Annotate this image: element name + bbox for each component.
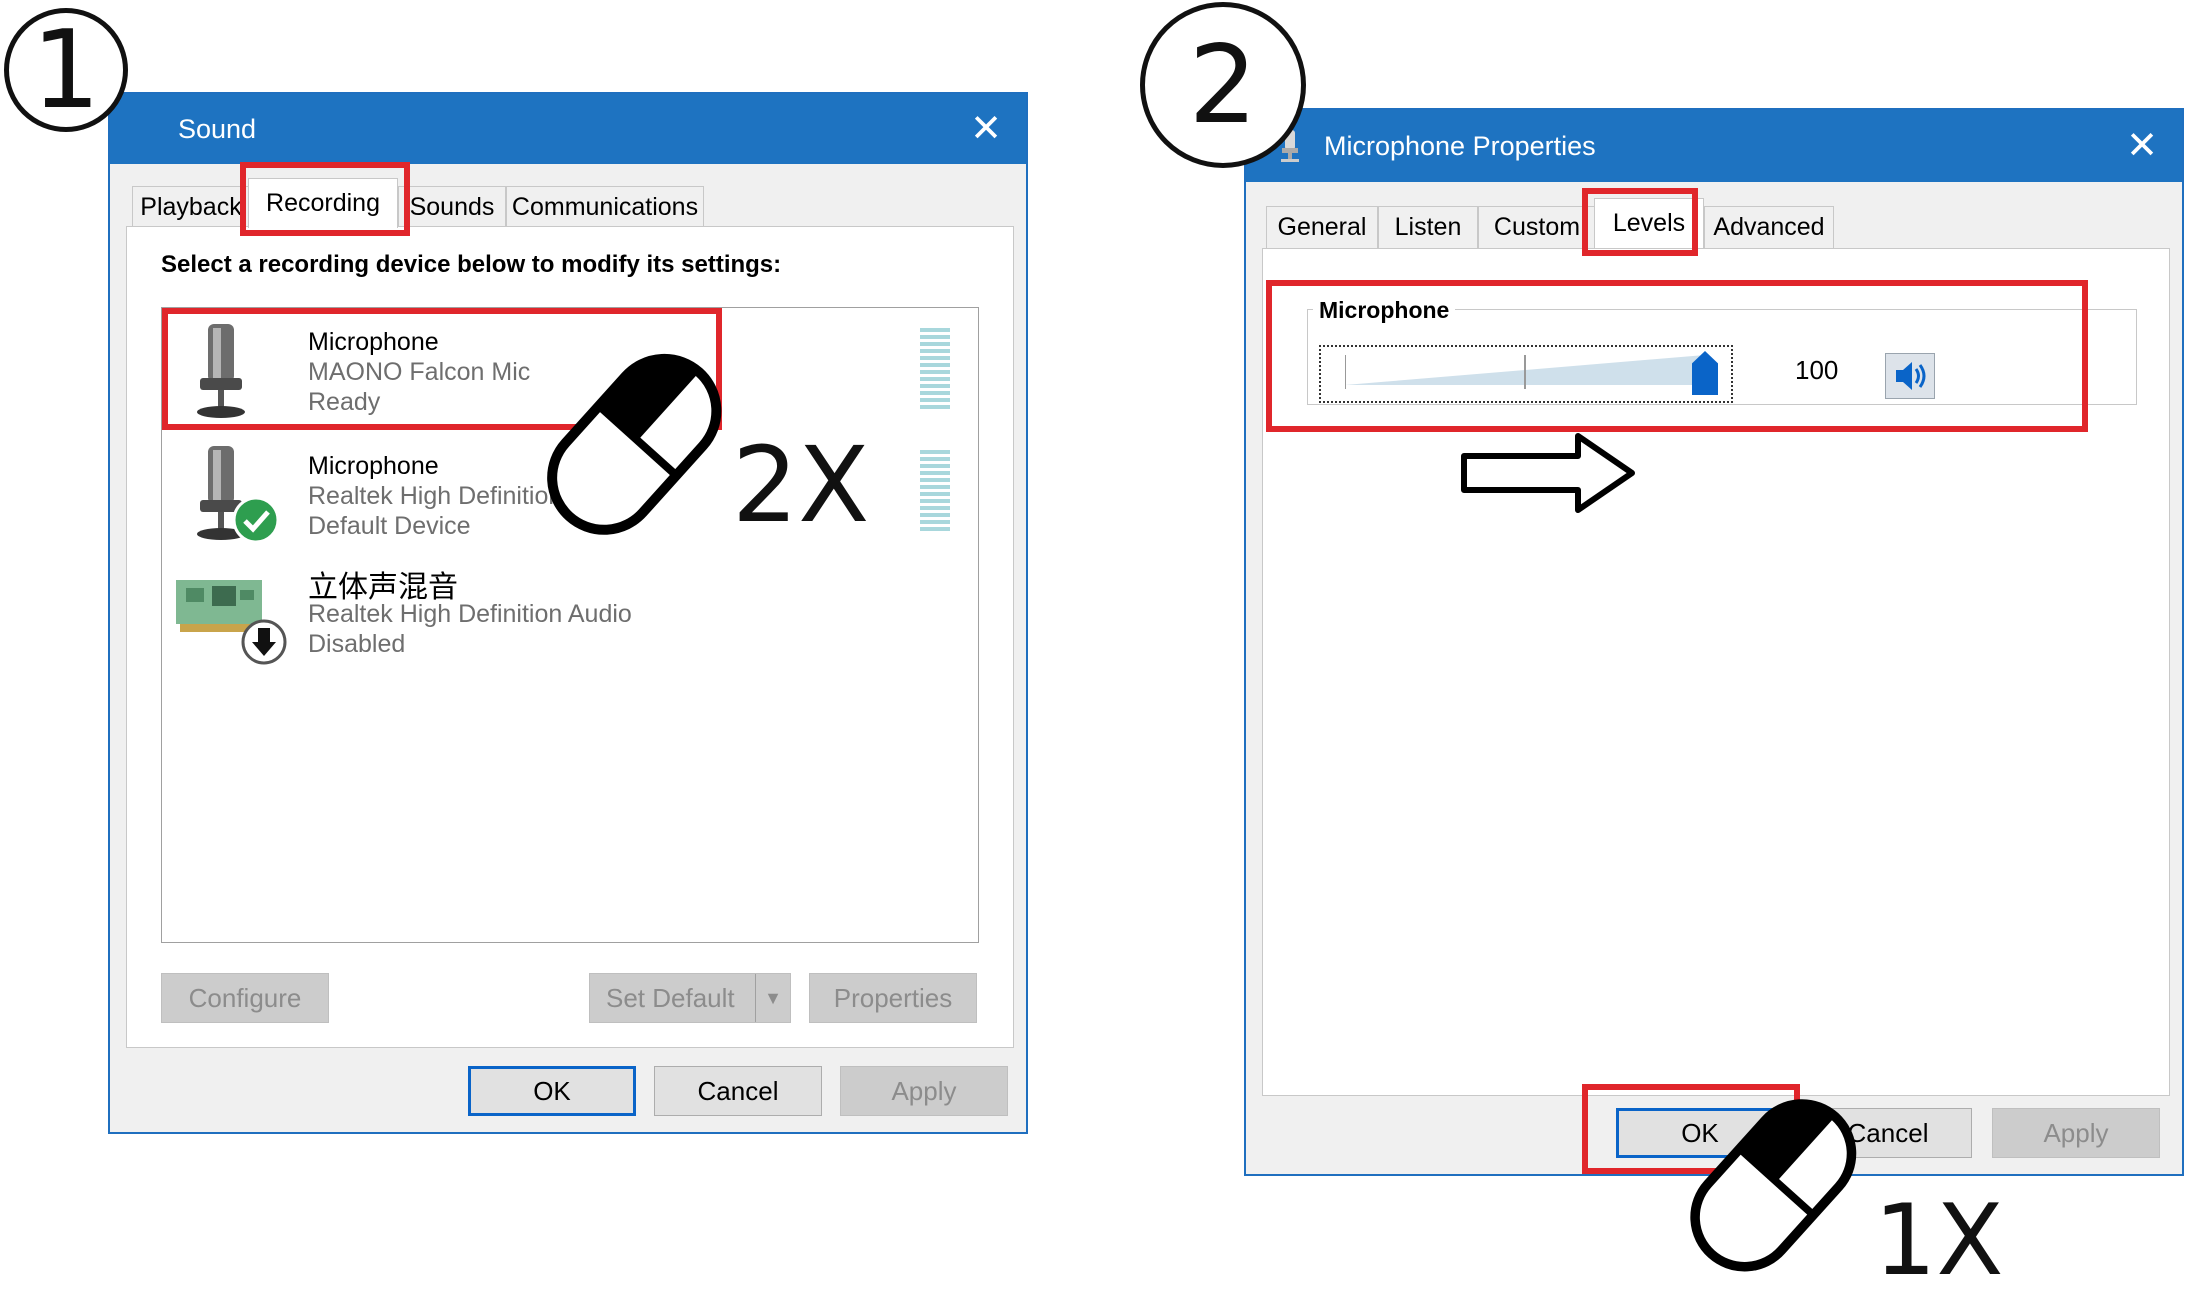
sound-title-bar[interactable]: Sound ✕ bbox=[110, 94, 1026, 164]
level-slider[interactable] bbox=[1319, 345, 1733, 403]
cancel-button[interactable]: Cancel bbox=[654, 1066, 822, 1116]
sound-dialog: Sound ✕ Playback Recording Sounds Commun… bbox=[108, 92, 1028, 1134]
set-default-label: Set Default bbox=[606, 982, 735, 1013]
slider-track bbox=[1345, 355, 1706, 389]
device-name: Microphone bbox=[308, 452, 439, 480]
properties-title-bar[interactable]: Microphone Properties ✕ bbox=[1246, 110, 2182, 182]
device-status: Default Device bbox=[308, 512, 471, 540]
microphone-icon bbox=[197, 324, 245, 418]
configure-button[interactable]: Configure bbox=[161, 973, 329, 1023]
tab-advanced[interactable]: Advanced bbox=[1704, 206, 1834, 248]
arrow-right-icon bbox=[1461, 433, 1635, 513]
close-icon[interactable]: ✕ bbox=[2126, 127, 2158, 165]
close-icon[interactable]: ✕ bbox=[970, 110, 1002, 148]
step-1-badge: 1 bbox=[4, 8, 128, 133]
apply-button[interactable]: Apply bbox=[840, 1066, 1008, 1116]
download-arrow-icon bbox=[241, 619, 287, 665]
level-meter bbox=[920, 328, 950, 412]
tab-communications[interactable]: Communications bbox=[506, 186, 704, 228]
ok-button[interactable]: OK bbox=[468, 1066, 636, 1116]
sound-title: Sound bbox=[178, 113, 257, 144]
tab-custom[interactable]: Custom bbox=[1478, 206, 1596, 248]
device-name: Microphone bbox=[308, 328, 439, 356]
levels-tab-panel: Microphone 100 bbox=[1262, 248, 2170, 1096]
speaker-icon[interactable] bbox=[1885, 353, 1935, 399]
apply-button[interactable]: Apply bbox=[1992, 1108, 2160, 1158]
device-description: MAONO Falcon Mic bbox=[308, 358, 531, 386]
device-status: Ready bbox=[308, 388, 381, 416]
properties-button[interactable]: Properties bbox=[809, 973, 977, 1023]
chevron-down-icon[interactable]: ▼ bbox=[755, 974, 790, 1022]
properties-title: Microphone Properties bbox=[1324, 130, 1596, 161]
list-item[interactable]: 立体声混音 Realtek High Definition Audio Disa… bbox=[162, 554, 762, 674]
single-click-label: 1X bbox=[1874, 1184, 2004, 1298]
group-label: Microphone bbox=[1313, 297, 1456, 324]
tab-listen[interactable]: Listen bbox=[1378, 206, 1478, 248]
tab-recording[interactable]: Recording bbox=[248, 178, 398, 228]
mouse-icon bbox=[1690, 1099, 1857, 1272]
microphone-properties-dialog: Microphone Properties ✕ General Listen C… bbox=[1244, 108, 2184, 1176]
tab-playback[interactable]: Playback bbox=[132, 186, 250, 228]
set-default-button[interactable]: Set Default ▼ bbox=[589, 973, 791, 1023]
mouse-icon bbox=[547, 353, 722, 535]
instruction-text: Select a recording device below to modif… bbox=[161, 251, 782, 278]
level-meter bbox=[920, 450, 950, 534]
tab-sounds[interactable]: Sounds bbox=[398, 186, 506, 228]
tab-levels[interactable]: Levels bbox=[1594, 198, 1704, 248]
double-click-label: 2X bbox=[732, 424, 870, 546]
check-icon bbox=[232, 496, 280, 544]
tab-general[interactable]: General bbox=[1266, 206, 1378, 248]
step-2-badge: 2 bbox=[1140, 2, 1306, 168]
level-value: 100 bbox=[1795, 355, 1839, 385]
device-status: Disabled bbox=[308, 630, 406, 658]
device-description: Realtek High Definition Audio bbox=[308, 600, 632, 628]
